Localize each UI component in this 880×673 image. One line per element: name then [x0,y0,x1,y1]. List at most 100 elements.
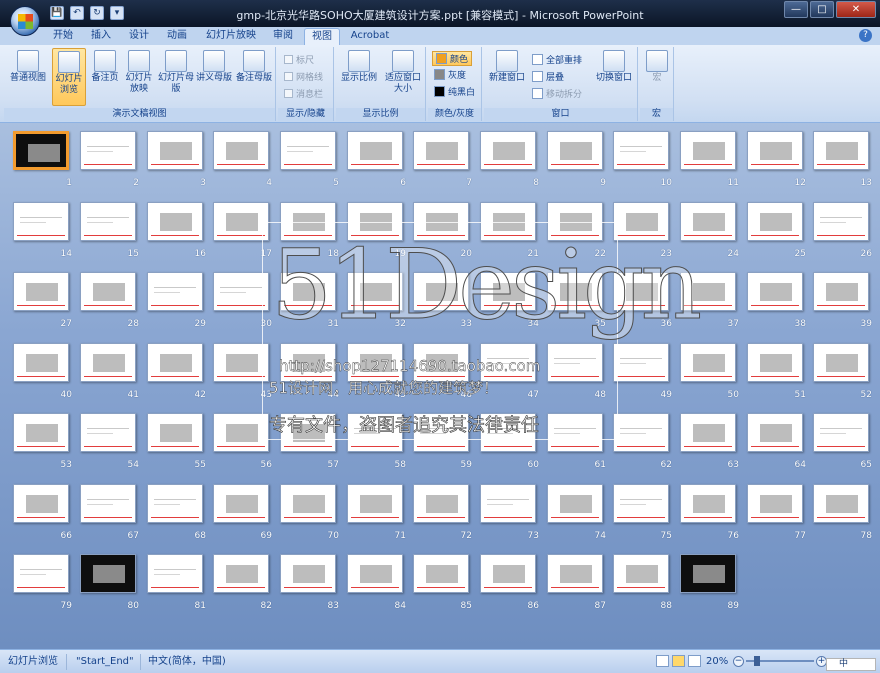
slide-thumbnail[interactable] [347,484,403,523]
slide-thumbnail[interactable] [347,272,403,311]
slide-thumbnail[interactable] [480,131,536,170]
slide-thumbnail[interactable] [347,343,403,382]
slide-thumbnail[interactable] [147,343,203,382]
tab-acrobat[interactable]: Acrobat [344,28,396,45]
switch-window-button[interactable]: 切换窗口 [592,48,636,84]
slide-thumbnail[interactable] [813,413,869,452]
slide-thumbnail[interactable] [480,413,536,452]
slideshow-icon[interactable] [688,655,701,667]
slide-thumbnail[interactable] [280,131,336,170]
slide-thumbnail[interactable] [613,131,669,170]
slide-thumbnail[interactable] [680,554,736,593]
slide-thumbnail[interactable] [213,202,269,241]
slide-thumbnail[interactable] [680,202,736,241]
tab-design[interactable]: 设计 [122,28,156,45]
message-bar-checkbox[interactable]: 消息栏 [284,87,323,100]
office-button[interactable] [10,6,40,36]
slide-thumbnail[interactable] [413,554,469,593]
slide-thumbnail[interactable] [613,413,669,452]
maximize-button[interactable]: □ [810,1,834,18]
slide-thumbnail[interactable] [547,484,603,523]
slide-thumbnail[interactable] [213,413,269,452]
zoom-out-icon[interactable]: − [733,656,744,667]
slide-thumbnail[interactable] [747,413,803,452]
slide-thumbnail[interactable] [547,554,603,593]
slide-thumbnail[interactable] [480,484,536,523]
slide-thumbnail[interactable] [347,413,403,452]
slide-thumbnail[interactable] [347,131,403,170]
slide-thumbnail[interactable] [480,343,536,382]
handout-master-button[interactable]: 讲义母版 [194,48,234,84]
normal-view-button[interactable]: 普通视图 [8,48,48,84]
slideshow-button[interactable]: 幻灯片放映 [122,48,156,95]
slide-thumbnail[interactable] [413,343,469,382]
slide-thumbnail[interactable] [613,484,669,523]
new-window-button[interactable]: 新建窗口 [486,48,528,84]
slide-thumbnail[interactable] [480,272,536,311]
gridlines-checkbox[interactable]: 网格线 [284,70,323,83]
slide-thumbnail[interactable] [13,413,69,452]
tab-review[interactable]: 审阅 [266,28,300,45]
slide-thumbnail[interactable] [80,484,136,523]
slide-thumbnail[interactable] [813,343,869,382]
slide-master-button[interactable]: 幻灯片母版 [158,48,194,95]
slide-thumbnail[interactable] [213,343,269,382]
notes-page-button[interactable]: 备注页 [88,48,122,84]
black-white-button[interactable]: 纯黑白 [434,85,475,98]
zoom-slider-thumb[interactable] [754,656,760,666]
slide-thumbnail[interactable] [613,343,669,382]
slide-thumbnail[interactable] [147,484,203,523]
help-icon[interactable]: ? [859,29,872,42]
ime-indicator[interactable]: 中 [826,658,876,671]
slide-thumbnail[interactable] [813,272,869,311]
slide-thumbnail[interactable] [280,343,336,382]
slide-thumbnail[interactable] [80,272,136,311]
slide-thumbnail[interactable] [280,272,336,311]
zoom-button[interactable]: 显示比例 [338,48,380,84]
slide-thumbnail[interactable] [547,272,603,311]
slide-thumbnail[interactable] [747,272,803,311]
slide-thumbnail[interactable] [680,343,736,382]
slide-thumbnail[interactable] [213,554,269,593]
slide-thumbnail[interactable] [280,202,336,241]
arrange-all-button[interactable]: 全部重排 [532,53,582,66]
tab-animation[interactable]: 动画 [160,28,194,45]
slide-thumbnail[interactable] [413,202,469,241]
slide-thumbnail[interactable] [147,413,203,452]
tab-view[interactable]: 视图 [304,28,340,45]
slide-sorter-button[interactable]: 幻灯片浏览 [52,48,86,106]
slide-thumbnail[interactable] [80,413,136,452]
slide-thumbnail[interactable] [213,131,269,170]
notes-master-button[interactable]: 备注母版 [234,48,274,84]
tab-slideshow[interactable]: 幻灯片放映 [200,28,262,45]
slide-thumbnail[interactable] [80,554,136,593]
slide-thumbnail[interactable] [147,554,203,593]
slide-thumbnail[interactable] [480,202,536,241]
slide-thumbnail[interactable] [413,131,469,170]
slide-thumbnail[interactable] [680,413,736,452]
slide-thumbnail[interactable] [13,131,69,170]
slide-thumbnail[interactable] [547,413,603,452]
slide-thumbnail[interactable] [280,413,336,452]
close-button[interactable]: ✕ [836,1,876,18]
slide-thumbnail[interactable] [80,343,136,382]
ruler-checkbox[interactable]: 标尺 [284,53,314,66]
slide-thumbnail[interactable] [413,413,469,452]
tab-insert[interactable]: 插入 [84,28,118,45]
move-split-button[interactable]: 移动拆分 [532,87,582,100]
slide-thumbnail[interactable] [747,131,803,170]
slide-thumbnail[interactable] [547,131,603,170]
slide-thumbnail[interactable] [813,131,869,170]
slide-thumbnail[interactable] [147,202,203,241]
slide-thumbnail[interactable] [213,484,269,523]
slide-thumbnail[interactable] [680,272,736,311]
slide-thumbnail[interactable] [147,272,203,311]
slide-thumbnail[interactable] [347,202,403,241]
cascade-button[interactable]: 层叠 [532,70,564,83]
slide-thumbnail[interactable] [13,272,69,311]
normal-view-icon[interactable] [656,655,669,667]
slide-thumbnail[interactable] [613,272,669,311]
slide-thumbnail[interactable] [747,484,803,523]
macro-button[interactable]: 宏 [644,48,670,84]
slide-thumbnail[interactable] [280,484,336,523]
